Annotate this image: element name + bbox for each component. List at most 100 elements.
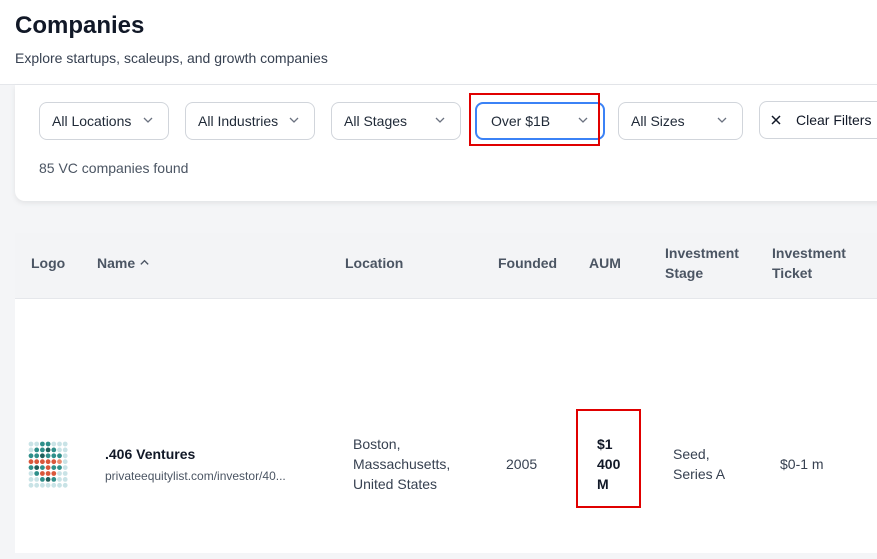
investment-stage-cell: Seed, Series A — [673, 444, 725, 484]
logo-dot — [51, 471, 57, 476]
logo-dot — [57, 465, 62, 470]
logo-dot — [28, 447, 34, 453]
logo-dot — [51, 482, 57, 488]
logo-dot — [34, 453, 40, 459]
logo-dot — [40, 459, 45, 465]
chevron-down-icon — [717, 117, 727, 123]
logo-dot — [28, 453, 34, 459]
column-header-stage-line1: Investment — [665, 245, 739, 261]
logo-dot — [40, 477, 45, 482]
logo-dot — [62, 447, 68, 453]
column-header-name-label: Name — [97, 255, 136, 271]
clear-filters-label: Clear Filters — [796, 112, 872, 128]
column-header-aum[interactable]: AUM — [589, 253, 621, 273]
founded-cell: 2005 — [506, 456, 538, 472]
page-title: Companies — [15, 12, 145, 39]
logo-dot — [57, 482, 62, 488]
size-filter-select[interactable]: All Sizes — [618, 102, 743, 140]
logo-dot — [40, 482, 45, 488]
location-line: Massachusetts, — [353, 456, 451, 472]
logo-dot — [34, 465, 40, 470]
logo-dot — [40, 447, 45, 453]
logo-dot — [62, 465, 68, 470]
sort-ascending-icon — [140, 259, 149, 265]
table-row[interactable]: .406 Ventures privateequitylist.com/inve… — [15, 299, 877, 559]
logo-dot — [45, 465, 51, 470]
logo-dot — [57, 471, 62, 476]
logo-dot — [40, 441, 45, 447]
logo-dot — [45, 459, 51, 465]
stage-line: Seed, — [673, 446, 710, 462]
logo-dot — [57, 441, 62, 447]
chevron-down-icon — [143, 117, 153, 123]
aum-filter-select[interactable]: Over $1B — [475, 102, 605, 140]
page-header: Companies Explore startups, scaleups, an… — [0, 0, 877, 85]
logo-dot — [34, 482, 40, 488]
stage-line: Series A — [673, 466, 726, 482]
logo-dot — [45, 471, 51, 476]
company-name-cell: .406 Ventures privateequitylist.com/inve… — [105, 444, 286, 486]
chevron-down-icon — [289, 117, 299, 123]
logo-dot — [34, 447, 40, 453]
aum-line: 400 — [597, 456, 621, 472]
close-icon — [771, 115, 781, 125]
logo-dot — [40, 471, 45, 476]
company-name[interactable]: .406 Ventures — [105, 444, 286, 464]
companies-table: Logo Name Location Founded AUM Investmen… — [15, 233, 877, 553]
stage-filter-select[interactable]: All Stages — [331, 102, 461, 140]
chevron-down-icon — [435, 117, 445, 123]
logo-dot — [57, 453, 62, 459]
logo-dot — [51, 477, 57, 482]
company-logo — [28, 441, 68, 488]
column-header-logo: Logo — [31, 255, 66, 271]
location-filter-select[interactable]: All Locations — [39, 102, 169, 140]
column-header-ticket-line2: Ticket — [772, 265, 813, 281]
column-header-investment-stage[interactable]: Investment Stage — [665, 243, 739, 283]
logo-dot — [57, 477, 62, 482]
aum-filter-value: Over $1B — [491, 113, 551, 129]
logo-dot — [45, 447, 51, 453]
logo-dot — [62, 471, 68, 476]
column-header-stage-line2: Stage — [665, 265, 704, 281]
company-url[interactable]: privateequitylist.com/investor/40... — [105, 466, 286, 486]
column-header-founded[interactable]: Founded — [498, 253, 557, 273]
logo-dot — [62, 477, 68, 482]
location-line: United States — [353, 476, 438, 492]
location-filter-value: All Locations — [52, 113, 132, 129]
filter-panel: All Locations All Industries All Stages … — [15, 85, 877, 201]
aum-cell: $1 400 M — [597, 434, 620, 494]
table-header: Logo Name Location Founded AUM Investmen… — [15, 233, 877, 299]
chevron-down-icon — [578, 117, 588, 123]
logo-dot — [51, 465, 57, 470]
aum-line: $1 — [597, 436, 613, 452]
logo-dot — [51, 459, 57, 465]
logo-dot — [34, 471, 40, 476]
industry-filter-select[interactable]: All Industries — [185, 102, 315, 140]
location-line: Boston, — [353, 436, 401, 452]
logo-dot — [45, 477, 51, 482]
logo-dot — [45, 453, 51, 459]
industry-filter-value: All Industries — [198, 113, 279, 129]
logo-dot — [45, 482, 51, 488]
logo-dot — [34, 477, 40, 482]
logo-dot — [51, 453, 57, 459]
location-cell: Boston, Massachusetts, United States — [353, 434, 450, 494]
logo-dot — [34, 459, 40, 465]
logo-dot — [62, 459, 68, 465]
logo-dot — [28, 441, 34, 447]
logo-dot — [57, 459, 62, 465]
clear-filters-button[interactable]: Clear Filters — [759, 101, 877, 139]
page-subtitle: Explore startups, scaleups, and growth c… — [15, 50, 328, 66]
results-count: 85 VC companies found — [39, 160, 189, 176]
logo-dot — [62, 441, 68, 447]
column-header-ticket-line1: Investment — [772, 245, 846, 261]
column-header-investment-ticket[interactable]: Investment Ticket — [772, 243, 846, 283]
logo-dot — [57, 447, 62, 453]
column-header-name[interactable]: Name — [97, 253, 150, 273]
aum-line: M — [597, 476, 609, 492]
logo-dot — [62, 453, 68, 459]
logo-dot — [34, 441, 40, 447]
column-header-location[interactable]: Location — [345, 253, 403, 273]
investment-ticket-cell: $0-1 m — [780, 456, 824, 472]
logo-dot — [45, 441, 51, 447]
